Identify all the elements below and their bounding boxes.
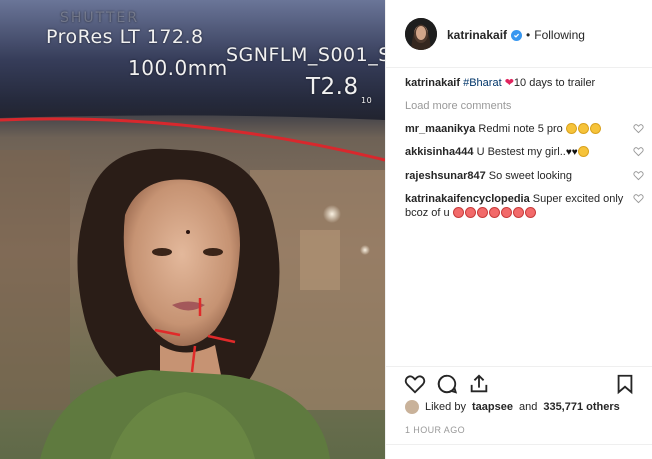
- comment-username[interactable]: katrinakaifencyclopedia: [405, 193, 530, 205]
- divider: [386, 444, 652, 445]
- likes-count[interactable]: 335,771 others: [543, 401, 619, 413]
- verified-icon: [511, 29, 523, 41]
- comment-like-heart-icon[interactable]: [633, 146, 644, 157]
- hud-stop-fraction: 10: [361, 96, 373, 105]
- comment-username[interactable]: akkisinha444: [405, 146, 474, 158]
- hud-shutter: SHUTTER: [60, 10, 140, 26]
- emoji-icon: [589, 123, 601, 134]
- separator: •: [526, 28, 531, 42]
- comment-text: Redmi note 5 pro: [478, 123, 563, 135]
- emoji-icon: [476, 207, 488, 218]
- post-photo[interactable]: SHUTTER ProRes LT 172.8 100.0mm SGNFLM_S…: [0, 0, 385, 459]
- red-heart-emoji: ❤: [504, 77, 514, 89]
- comment-text: U Bestest my girl..: [476, 146, 566, 158]
- following-button[interactable]: Following: [534, 28, 585, 42]
- likes-user[interactable]: taapsee: [472, 401, 513, 413]
- post-header: katrinakaif • Following: [386, 0, 652, 68]
- comment-text: So sweet looking: [488, 170, 572, 182]
- emoji-icon: [512, 207, 524, 218]
- comment-like-heart-icon[interactable]: [633, 193, 644, 204]
- caption: katrinakaif #Bharat ❤10 days to trailer: [405, 76, 650, 90]
- emoji-icon: [488, 207, 500, 218]
- comment-item: mr_maanikya Redmi note 5 pro: [405, 122, 650, 136]
- action-bar: [386, 366, 652, 402]
- emoji-icon: [464, 207, 476, 218]
- emoji-icon: [452, 207, 464, 218]
- post-timestamp[interactable]: 1 HOUR AGO: [405, 425, 465, 435]
- bookmark-icon[interactable]: [614, 373, 636, 395]
- caption-username[interactable]: katrinakaif: [405, 77, 460, 89]
- emoji-icon: [500, 207, 512, 218]
- comment-item: rajeshsunar847 So sweet looking: [405, 169, 650, 183]
- hud-stop: T2.8: [306, 74, 359, 100]
- caption-hashtag[interactable]: #Bharat: [463, 77, 502, 89]
- likes-prefix: Liked by: [425, 401, 466, 413]
- comment-username[interactable]: rajeshsunar847: [405, 170, 486, 182]
- load-more-comments[interactable]: Load more comments: [405, 99, 650, 113]
- emoji-icon: [577, 146, 589, 157]
- hud-codec: ProRes LT 172.8: [46, 26, 204, 48]
- comment-username[interactable]: mr_maanikya: [405, 123, 475, 135]
- post-sidebar: katrinakaif • Following katrinakaif #Bha…: [385, 0, 652, 459]
- comment-item: katrinakaifencyclopedia Super excited on…: [405, 192, 650, 220]
- hud-clip: SGNFLM_S001_S0: [226, 44, 385, 66]
- comment-like-heart-icon[interactable]: [633, 170, 644, 181]
- hud-lens: 100.0mm: [128, 56, 228, 80]
- caption-text: 10 days to trailer: [513, 77, 596, 89]
- comments-section: katrinakaif #Bharat ❤10 days to trailer …: [405, 76, 650, 229]
- comment-icon[interactable]: [436, 373, 458, 395]
- header-row: katrinakaif • Following: [447, 28, 585, 42]
- likes-middle: and: [518, 401, 538, 413]
- heart-icon[interactable]: [404, 373, 426, 395]
- emoji-icon: [565, 123, 577, 134]
- comment-item: akkisinha444 U Bestest my girl..♥♥: [405, 145, 650, 160]
- black-heart-emoji: ♥♥: [565, 147, 578, 158]
- header-username[interactable]: katrinakaif: [447, 28, 507, 42]
- avatar[interactable]: [405, 18, 437, 50]
- likes-summary: Liked by taapsee and 335,771 others: [405, 400, 620, 414]
- emoji-icon: [524, 207, 536, 218]
- liker-avatar[interactable]: [405, 400, 419, 414]
- emoji-icon: [577, 123, 589, 134]
- share-icon[interactable]: [468, 373, 490, 395]
- comment-like-heart-icon[interactable]: [633, 123, 644, 134]
